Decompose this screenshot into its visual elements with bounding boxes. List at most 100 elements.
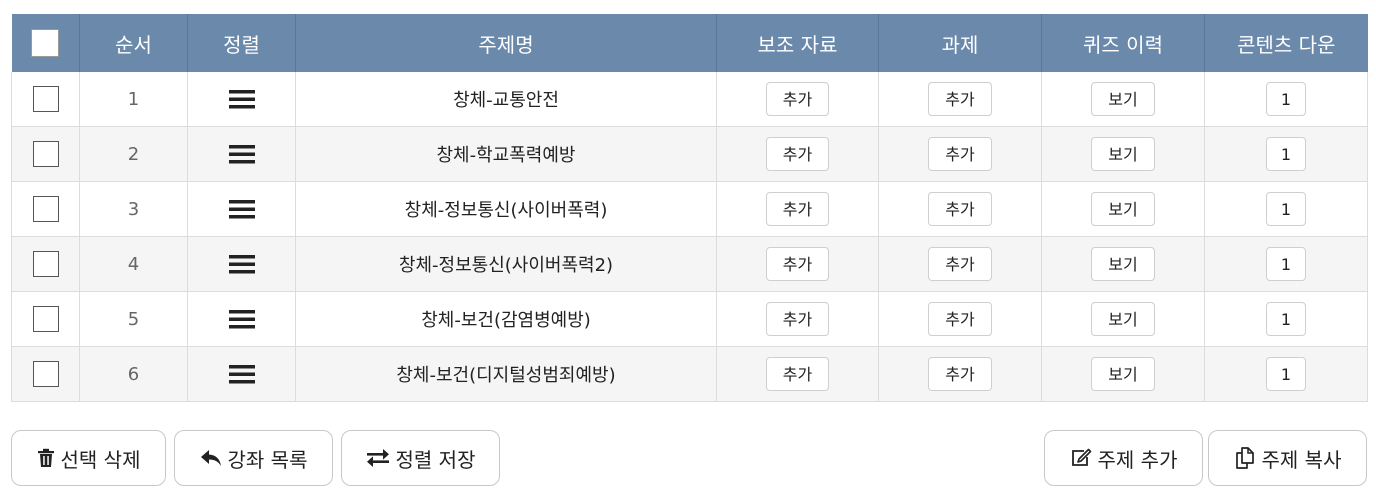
table-row: 4 창체-정보통신(사이버폭력2) 추가 추가 보기 1 xyxy=(11,236,1368,292)
row-quiz-cell: 보기 xyxy=(1041,291,1205,347)
view-quiz-button[interactable]: 보기 xyxy=(1091,302,1155,336)
add-assignment-button[interactable]: 추가 xyxy=(928,302,992,336)
row-select-cell xyxy=(11,126,80,182)
drag-handle-icon[interactable] xyxy=(228,363,255,385)
table-row: 3 창체-정보통신(사이버폭력) 추가 추가 보기 1 xyxy=(11,181,1368,237)
add-material-button[interactable]: 추가 xyxy=(765,247,830,281)
row-checkbox[interactable] xyxy=(32,361,59,387)
row-download-cell: 1 xyxy=(1204,72,1368,127)
row-select-cell xyxy=(11,236,80,292)
course-list-button[interactable]: 강좌 목록 xyxy=(174,430,333,486)
drag-handle-icon[interactable] xyxy=(228,143,255,165)
copy-topic-label: 주제 복사 xyxy=(1261,447,1342,472)
row-number: 2 xyxy=(79,126,188,182)
header-material: 보조 자료 xyxy=(716,14,879,72)
row-download-cell: 1 xyxy=(1204,126,1368,182)
exchange-arrows-icon xyxy=(366,449,389,467)
row-material-cell: 추가 xyxy=(716,236,879,292)
header-assignment: 과제 xyxy=(878,14,1042,72)
drag-handle-icon[interactable] xyxy=(228,88,255,110)
add-topic-label: 주제 추가 xyxy=(1097,447,1178,472)
add-assignment-button[interactable]: 추가 xyxy=(928,82,992,116)
row-material-cell: 추가 xyxy=(716,72,879,127)
download-count-button[interactable]: 1 xyxy=(1266,247,1306,281)
row-sort-cell xyxy=(187,236,296,292)
header-topic: 주제명 xyxy=(295,14,717,72)
row-assignment-cell: 추가 xyxy=(878,291,1042,347)
row-download-cell: 1 xyxy=(1204,291,1368,347)
download-count-button[interactable]: 1 xyxy=(1266,357,1306,391)
header-download: 콘텐츠 다운 xyxy=(1204,14,1368,72)
add-material-button[interactable]: 추가 xyxy=(765,357,830,391)
view-quiz-button[interactable]: 보기 xyxy=(1091,137,1155,171)
select-all-checkbox[interactable] xyxy=(31,29,60,57)
add-assignment-button[interactable]: 추가 xyxy=(928,137,992,171)
row-assignment-cell: 추가 xyxy=(878,236,1042,292)
download-count-button[interactable]: 1 xyxy=(1266,137,1306,171)
add-assignment-button[interactable]: 추가 xyxy=(928,357,992,391)
course-list-label: 강좌 목록 xyxy=(227,447,308,472)
row-title: 창체-정보통신(사이버폭력) xyxy=(295,181,717,237)
row-sort-cell xyxy=(187,126,296,182)
drag-handle-icon[interactable] xyxy=(228,253,255,275)
download-count-button[interactable]: 1 xyxy=(1266,82,1306,116)
reply-arrow-icon xyxy=(200,450,221,466)
add-material-button[interactable]: 추가 xyxy=(765,302,830,336)
row-select-cell xyxy=(11,291,80,347)
row-material-cell: 추가 xyxy=(716,291,879,347)
save-sort-label: 정렬 저장 xyxy=(395,447,476,472)
row-assignment-cell: 추가 xyxy=(878,181,1042,237)
delete-selected-label: 선택 삭제 xyxy=(60,447,141,472)
row-number: 4 xyxy=(79,236,188,292)
row-quiz-cell: 보기 xyxy=(1041,346,1205,402)
row-quiz-cell: 보기 xyxy=(1041,236,1205,292)
row-checkbox[interactable] xyxy=(32,306,59,332)
add-topic-button[interactable]: 주제 추가 xyxy=(1044,430,1203,486)
view-quiz-button[interactable]: 보기 xyxy=(1091,247,1155,281)
row-select-cell xyxy=(11,346,80,402)
row-quiz-cell: 보기 xyxy=(1041,126,1205,182)
row-checkbox[interactable] xyxy=(32,141,59,167)
row-download-cell: 1 xyxy=(1204,346,1368,402)
row-sort-cell xyxy=(187,181,296,237)
row-quiz-cell: 보기 xyxy=(1041,72,1205,127)
view-quiz-button[interactable]: 보기 xyxy=(1091,82,1155,116)
row-checkbox[interactable] xyxy=(32,86,59,112)
row-quiz-cell: 보기 xyxy=(1041,181,1205,237)
row-title: 창체-정보통신(사이버폭력2) xyxy=(295,236,717,292)
row-number: 1 xyxy=(79,72,188,127)
edit-icon xyxy=(1071,448,1091,466)
download-count-button[interactable]: 1 xyxy=(1266,192,1306,226)
add-assignment-button[interactable]: 추가 xyxy=(928,247,992,281)
row-number: 3 xyxy=(79,181,188,237)
header-sort: 정렬 xyxy=(187,14,296,72)
drag-handle-icon[interactable] xyxy=(228,308,255,330)
row-select-cell xyxy=(11,181,80,237)
row-select-cell xyxy=(11,72,80,127)
row-material-cell: 추가 xyxy=(716,346,879,402)
delete-selected-button[interactable]: 선택 삭제 xyxy=(11,430,166,486)
table-row: 5 창체-보건(감염병예방) 추가 추가 보기 1 xyxy=(11,291,1368,347)
row-title: 창체-보건(디지털성범죄예방) xyxy=(295,346,717,402)
add-assignment-button[interactable]: 추가 xyxy=(928,192,992,226)
row-checkbox[interactable] xyxy=(32,251,59,277)
row-sort-cell xyxy=(187,291,296,347)
row-download-cell: 1 xyxy=(1204,236,1368,292)
save-sort-button[interactable]: 정렬 저장 xyxy=(341,430,500,486)
view-quiz-button[interactable]: 보기 xyxy=(1091,357,1155,391)
view-quiz-button[interactable]: 보기 xyxy=(1091,192,1155,226)
drag-handle-icon[interactable] xyxy=(228,198,255,220)
download-count-button[interactable]: 1 xyxy=(1266,302,1306,336)
add-material-button[interactable]: 추가 xyxy=(765,82,830,116)
row-title: 창체-학교폭력예방 xyxy=(295,126,717,182)
header-quiz: 퀴즈 이력 xyxy=(1041,14,1205,72)
add-material-button[interactable]: 추가 xyxy=(765,137,830,171)
trash-icon xyxy=(37,448,54,467)
row-download-cell: 1 xyxy=(1204,181,1368,237)
add-material-button[interactable]: 추가 xyxy=(765,192,830,226)
header-order: 순서 xyxy=(79,14,188,72)
copy-topic-button[interactable]: 주제 복사 xyxy=(1208,430,1367,486)
row-assignment-cell: 추가 xyxy=(878,346,1042,402)
row-checkbox[interactable] xyxy=(32,196,59,222)
copy-icon xyxy=(1235,447,1254,469)
